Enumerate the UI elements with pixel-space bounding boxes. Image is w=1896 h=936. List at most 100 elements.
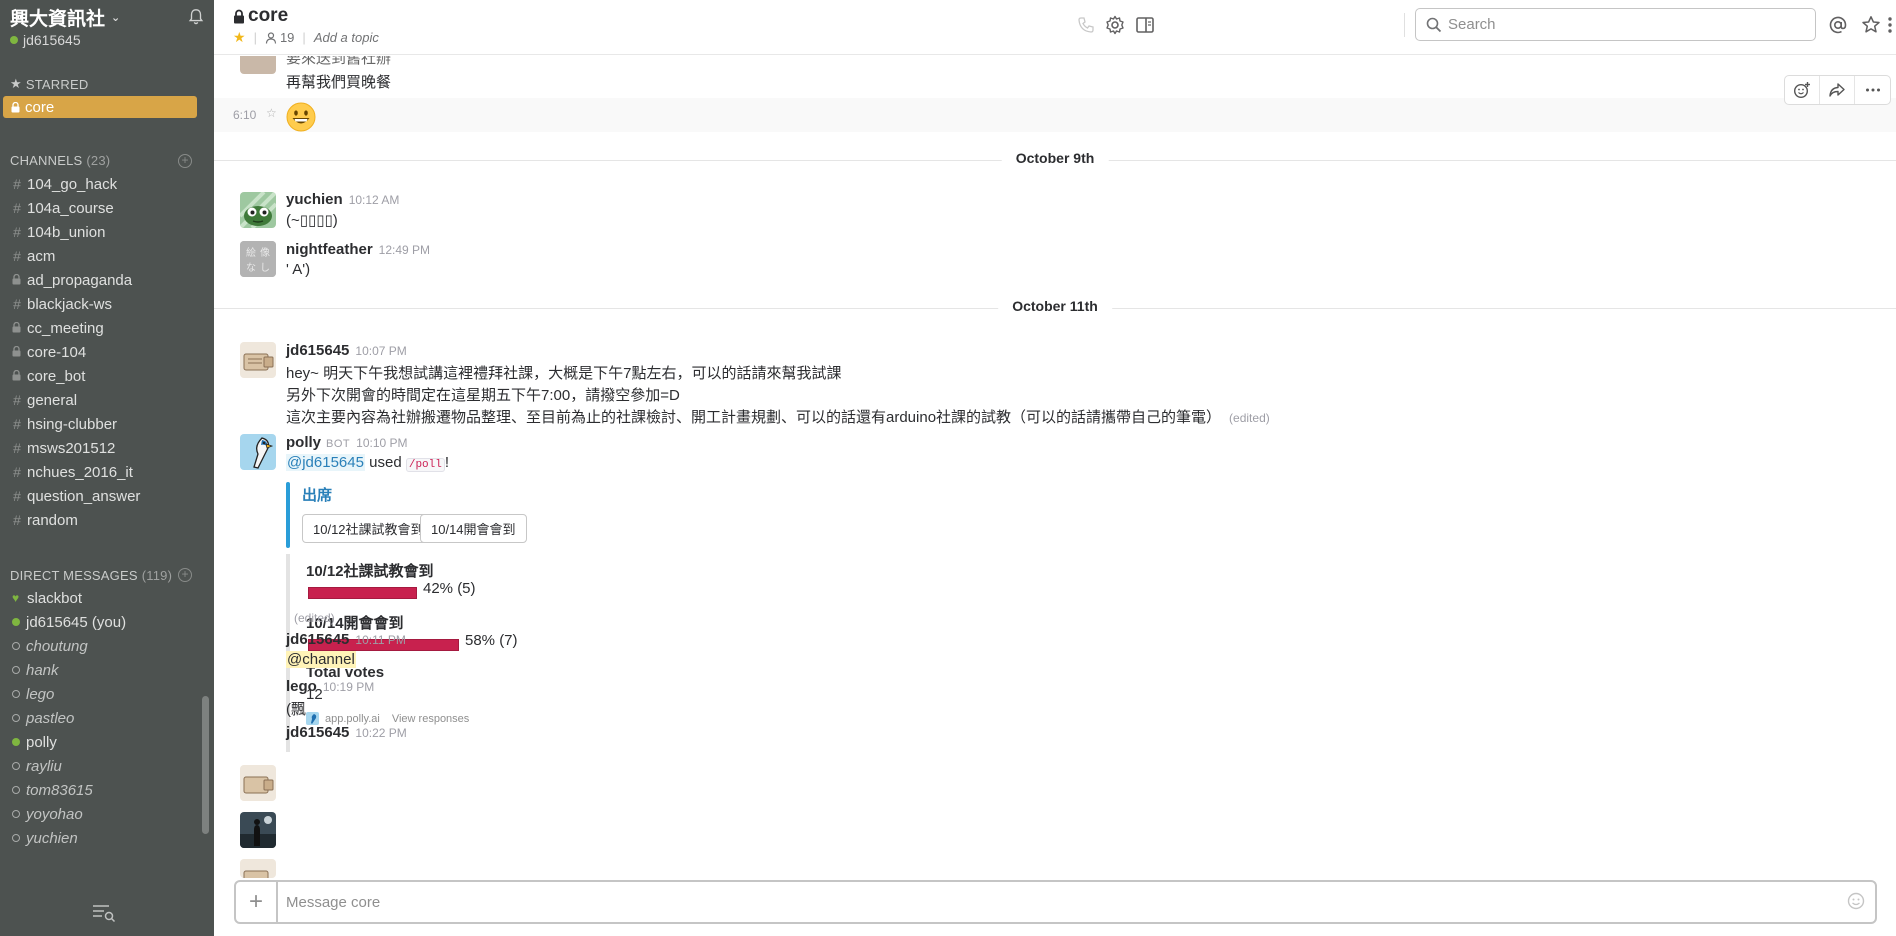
- message-author[interactable]: nightfeather: [286, 241, 373, 258]
- share-button[interactable]: [1820, 76, 1855, 104]
- emoji-picker-icon[interactable]: [1847, 892, 1865, 910]
- team-name[interactable]: 興大資訊社: [10, 4, 105, 31]
- gear-icon[interactable]: [1105, 15, 1125, 35]
- avatar[interactable]: 絵 像 な し: [240, 241, 276, 277]
- star-outline-icon[interactable]: [1861, 15, 1881, 35]
- sidebar-scrollbar[interactable]: [202, 696, 209, 834]
- message-timestamp[interactable]: 6:10: [233, 108, 256, 122]
- sidebar-item-acm[interactable]: # acm: [0, 244, 200, 268]
- lock-icon: [11, 101, 20, 112]
- search-box[interactable]: [1415, 8, 1816, 41]
- dm-label[interactable]: DIRECT MESSAGES: [10, 568, 138, 583]
- attach-file-button[interactable]: +: [236, 882, 278, 922]
- message-author[interactable]: polly: [286, 434, 321, 451]
- sidebar-item-core_bot[interactable]: core_bot: [0, 364, 200, 388]
- message-author[interactable]: jd615645: [286, 724, 349, 741]
- add-channel-icon[interactable]: +: [178, 154, 192, 168]
- channels-label[interactable]: CHANNELS: [10, 153, 82, 168]
- chevron-down-icon[interactable]: ⌄: [111, 11, 120, 24]
- message-timestamp[interactable]: 10:07 PM: [355, 344, 406, 358]
- avatar[interactable]: [240, 812, 276, 848]
- avatar[interactable]: [240, 765, 276, 801]
- user-mention[interactable]: @jd615645: [286, 454, 365, 471]
- message-timestamp[interactable]: 10:19 PM: [323, 680, 374, 694]
- sidebar-item-msws201512[interactable]: # msws201512: [0, 436, 200, 460]
- avatar[interactable]: [240, 859, 276, 878]
- avatar[interactable]: [240, 192, 276, 228]
- phone-icon[interactable]: [1076, 15, 1096, 35]
- sidebar-item-label: random: [27, 511, 78, 529]
- dm-item-rayliu[interactable]: rayliu: [0, 754, 200, 778]
- poll-option-button[interactable]: 10/12社課試教會到: [302, 514, 435, 543]
- star-icon[interactable]: ★: [233, 29, 246, 46]
- sidebar-item-random[interactable]: # random: [0, 508, 200, 532]
- channel-name[interactable]: core: [248, 5, 288, 27]
- message-composer[interactable]: +: [234, 880, 1877, 924]
- sidebar-item-hsing-clubber[interactable]: # hsing-clubber: [0, 412, 200, 436]
- dm-item-jd615645[interactable]: jd615645 (you): [0, 610, 200, 634]
- more-horizontal-icon: [1865, 88, 1880, 92]
- mentions-icon[interactable]: [1828, 15, 1848, 35]
- bell-icon[interactable]: [187, 8, 205, 26]
- channels-section-title[interactable]: CHANNELS (23): [10, 153, 110, 168]
- lock-icon: [234, 9, 244, 23]
- sidebar-item-blackjack-ws[interactable]: # blackjack-ws: [0, 292, 200, 316]
- add-reaction-button[interactable]: [1785, 76, 1820, 104]
- message-pane[interactable]: 要來送到舊社辦 再幫我們買晚餐 6:10 ☆ October 9th yuchi…: [214, 56, 1896, 878]
- channel-mention[interactable]: @channel: [286, 651, 356, 668]
- sidebar-item-104_go_hack[interactable]: #104_go_hack: [0, 172, 200, 196]
- sidebar-item-ad_propaganda[interactable]: ad_propaganda: [0, 268, 200, 292]
- dm-item-yuchien[interactable]: yuchien: [0, 826, 200, 850]
- sidebar-item-label: cc_meeting: [27, 319, 104, 337]
- message-author[interactable]: lego: [286, 678, 317, 695]
- dm-item-pastleo[interactable]: pastleo: [0, 706, 200, 730]
- message-timestamp[interactable]: 10:22 PM: [355, 726, 406, 740]
- day-divider-label: October 11th: [998, 298, 1112, 314]
- message-author[interactable]: jd615645: [286, 631, 349, 648]
- lock-icon: [12, 368, 22, 385]
- search-input[interactable]: [1448, 16, 1788, 33]
- dm-item-tom83615[interactable]: tom83615: [0, 778, 200, 802]
- sidebar-item-104b_union[interactable]: #104b_union: [0, 220, 200, 244]
- avatar[interactable]: [240, 56, 276, 74]
- dm-section-title[interactable]: DIRECT MESSAGES (119): [10, 568, 172, 583]
- message-input[interactable]: [286, 891, 1786, 913]
- dm-item-yoyohao[interactable]: yoyohao: [0, 802, 200, 826]
- sidebar-item-nchues_2016_it[interactable]: # nchues_2016_it: [0, 460, 200, 484]
- message-header: yuchien 10:12 AM: [286, 191, 399, 208]
- attachment-accent: [286, 482, 290, 548]
- dm-item-slackbot[interactable]: ♥ slackbot: [0, 586, 200, 610]
- channel-title[interactable]: core: [233, 5, 288, 27]
- message-timestamp[interactable]: 12:49 PM: [379, 243, 430, 257]
- message-author[interactable]: yuchien: [286, 191, 343, 208]
- dm-item-polly[interactable]: polly: [0, 730, 200, 754]
- sidebar-item-cc_meeting[interactable]: cc_meeting: [0, 316, 200, 340]
- sidebar-item-question_answer[interactable]: # question_answer: [0, 484, 200, 508]
- poll-option-button[interactable]: 10/14開會會到: [420, 514, 527, 543]
- sidebar-toggle-icon[interactable]: [1135, 15, 1155, 35]
- message-timestamp[interactable]: 10:11 PM: [355, 633, 405, 647]
- message-author[interactable]: jd615645: [286, 342, 349, 359]
- sidebar-item-core-104[interactable]: core-104: [0, 340, 200, 364]
- message-timestamp[interactable]: 10:12 AM: [349, 193, 400, 207]
- more-vertical-icon[interactable]: [1884, 15, 1896, 35]
- add-dm-icon[interactable]: +: [178, 568, 192, 582]
- member-count-button[interactable]: 19: [265, 30, 294, 45]
- sidebar-item-label: core-104: [27, 343, 87, 361]
- dm-item-lego[interactable]: lego: [0, 682, 200, 706]
- dm-item-label: yoyohao: [26, 805, 83, 823]
- dm-item-hank[interactable]: hank: [0, 658, 200, 682]
- quick-switcher-icon[interactable]: [92, 903, 116, 923]
- add-topic-link[interactable]: Add a topic: [314, 30, 379, 45]
- sidebar-item-104a_course[interactable]: #104a_course: [0, 196, 200, 220]
- avatar[interactable]: [240, 342, 276, 378]
- sidebar-item-general[interactable]: # general: [0, 388, 200, 412]
- more-actions-button[interactable]: [1855, 76, 1890, 104]
- hash-icon: #: [13, 392, 21, 408]
- message-timestamp[interactable]: 10:10 PM: [356, 436, 407, 450]
- avatar[interactable]: [240, 434, 276, 470]
- team-menu[interactable]: 興大資訊社 ⌄ jd615645: [10, 4, 205, 50]
- star-outline-icon[interactable]: ☆: [266, 106, 277, 120]
- dm-item-choutung[interactable]: choutung: [0, 634, 200, 658]
- sidebar-item-core[interactable]: core: [3, 96, 197, 118]
